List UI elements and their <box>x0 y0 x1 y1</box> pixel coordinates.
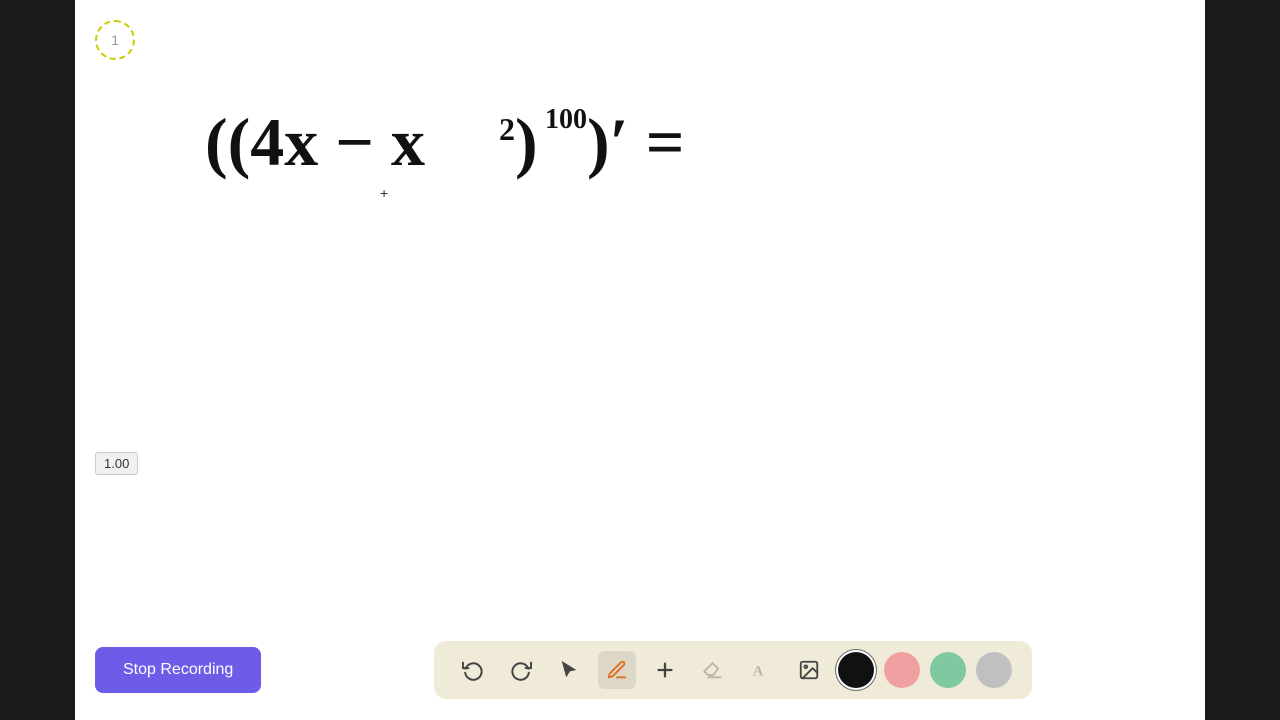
svg-text:100: 100 <box>545 104 587 135</box>
math-expression-svg: ((4x − x 2 ) 100 )′ = <box>195 80 695 200</box>
pen-button[interactable] <box>598 651 636 689</box>
text-icon: A <box>750 659 772 681</box>
svg-text:)′ =: )′ = <box>587 104 685 180</box>
svg-text:2: 2 <box>499 111 515 147</box>
svg-text:((4x − x: ((4x − x <box>205 104 425 180</box>
redo-icon <box>510 659 532 681</box>
zoom-indicator: 1.00 <box>95 452 138 475</box>
image-button[interactable] <box>790 651 828 689</box>
eraser-icon <box>702 659 724 681</box>
image-icon <box>798 659 820 681</box>
color-pink[interactable] <box>884 652 920 688</box>
svg-text:A: A <box>753 664 764 680</box>
redo-button[interactable] <box>502 651 540 689</box>
stop-recording-button[interactable]: Stop Recording <box>95 647 261 693</box>
add-button[interactable] <box>646 651 684 689</box>
pen-icon <box>606 659 628 681</box>
canvas-area[interactable]: 1 ((4x − x 2 ) 100 )′ = + 1.00 <box>75 0 1205 620</box>
undo-icon <box>462 659 484 681</box>
page-number: 1 <box>111 32 119 48</box>
color-black[interactable] <box>838 652 874 688</box>
cursor-crosshair: + <box>380 185 388 201</box>
screen-container: 1 ((4x − x 2 ) 100 )′ = + 1.00 Stop Reco… <box>75 0 1205 720</box>
bottom-bar: Stop Recording <box>75 620 1205 720</box>
page-number-indicator: 1 <box>95 20 135 60</box>
plus-icon <box>654 659 676 681</box>
color-green[interactable] <box>930 652 966 688</box>
left-black-bar <box>0 0 75 720</box>
select-button[interactable] <box>550 651 588 689</box>
eraser-button[interactable] <box>694 651 732 689</box>
color-gray[interactable] <box>976 652 1012 688</box>
zoom-value: 1.00 <box>104 456 129 471</box>
text-button[interactable]: A <box>742 651 780 689</box>
undo-button[interactable] <box>454 651 492 689</box>
toolbar: A <box>434 641 1032 699</box>
svg-text:): ) <box>515 104 538 180</box>
arrow-icon <box>558 659 580 681</box>
right-black-bar <box>1205 0 1280 720</box>
